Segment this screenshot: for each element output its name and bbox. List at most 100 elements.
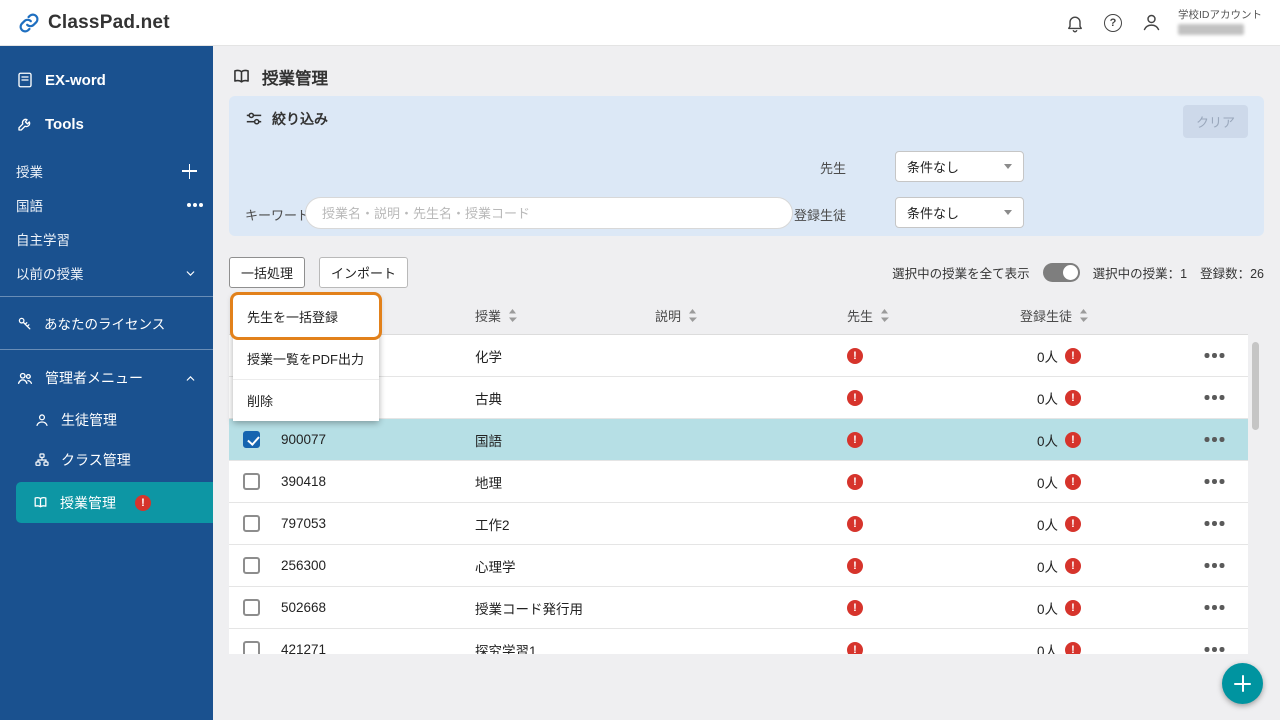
chevron-down-icon (184, 267, 197, 280)
table-row: 502668 授業コード発行用 0人 (229, 587, 1248, 629)
sort-icon (689, 308, 698, 322)
selected-count: 選択中の授業：1 (1092, 266, 1188, 281)
sidebar-item-label: Tools (45, 115, 84, 133)
sidebar-item-course-mgmt[interactable]: 授業管理 (16, 482, 213, 523)
sidebar-item-previous-courses[interactable]: 以前の授業 (0, 256, 213, 290)
add-course-icon[interactable] (182, 163, 197, 179)
classpad-logo[interactable]: ClassPad.net (18, 12, 170, 34)
row-checkbox[interactable] (243, 599, 260, 616)
teacher-filter-select[interactable]: 条件なし (895, 151, 1024, 182)
classpad-logo-icon (18, 12, 40, 34)
show-selected-toggle[interactable] (1042, 262, 1080, 282)
row-menu-button[interactable] (1212, 479, 1217, 484)
row-menu-button[interactable] (1212, 521, 1217, 526)
account-info[interactable]: 学校IDアカウント (1178, 10, 1262, 35)
course-name: 国語 (475, 433, 502, 449)
row-checkbox[interactable] (243, 515, 260, 532)
admin-menu-icon (16, 369, 34, 387)
topbar: ClassPad.net 学校IDアカウント (0, 0, 1280, 46)
course-code: 502668 (281, 600, 327, 615)
row-menu-button[interactable] (1212, 605, 1217, 610)
sidebar-item-self-study[interactable]: 自主学習 (0, 222, 213, 256)
sidebar-item-class-mgmt[interactable]: クラス管理 (0, 440, 213, 480)
teacher-error-icon (847, 348, 863, 364)
page-title: 授業管理 (262, 69, 328, 88)
sidebar-divider (0, 349, 213, 350)
import-button[interactable]: インポート (319, 256, 409, 288)
sidebar-item-label: 自主学習 (16, 233, 70, 248)
course-code: 256300 (281, 558, 327, 573)
teacher-error-icon (847, 558, 863, 574)
sidebar-item-kokugo[interactable]: 国語 (0, 188, 213, 222)
key-icon (16, 315, 33, 332)
table-row: 797053 工作2 0人 (229, 503, 1248, 545)
page-header: 授業管理 (213, 46, 1280, 90)
row-checkbox[interactable] (243, 473, 260, 490)
notifications-bell-icon[interactable] (1064, 12, 1086, 34)
menu-item-delete[interactable]: 削除 (233, 379, 379, 421)
sidebar-item-tools[interactable]: Tools (0, 102, 213, 146)
row-menu-button[interactable] (1212, 437, 1217, 442)
row-menu-button[interactable] (1212, 353, 1217, 358)
header-description[interactable]: 説明 (651, 306, 841, 325)
sidebar-item-exword[interactable]: EX-word (0, 58, 213, 102)
add-course-fab[interactable] (1222, 663, 1263, 704)
row-menu-button[interactable] (1212, 395, 1217, 400)
teacher-filter-value: 条件なし (907, 160, 960, 175)
students-error-icon (1065, 599, 1082, 616)
sidebar-item-label: 生徒管理 (61, 412, 117, 428)
students-error-icon (1065, 473, 1082, 490)
student-count: 0人 (1037, 601, 1059, 617)
filter-title: 絞り込み (272, 111, 328, 127)
header-students[interactable]: 登録生徒 (1011, 306, 1181, 325)
table-row: 古典 0人 (229, 377, 1248, 419)
help-icon[interactable] (1102, 12, 1124, 34)
table-scrollbar-thumb[interactable] (1252, 342, 1259, 430)
row-menu-button[interactable] (1212, 563, 1217, 568)
students-filter-select[interactable]: 条件なし (895, 197, 1024, 228)
teacher-error-icon (847, 642, 863, 654)
exword-icon (16, 71, 34, 89)
row-checkbox[interactable] (243, 641, 260, 654)
book-icon (231, 66, 252, 87)
teacher-filter-label: 先生 (819, 161, 846, 176)
total-count: 登録数：26 (1200, 266, 1264, 281)
student-count: 0人 (1037, 433, 1059, 449)
batch-actions-button[interactable]: 一括処理 (229, 256, 306, 288)
toolbar-right: 選択中の授業を全て表示 選択中の授業：1 登録数：26 (892, 262, 1264, 282)
more-options-icon[interactable] (193, 203, 197, 207)
course-name: 授業コード発行用 (475, 601, 583, 617)
menu-item-register-teachers[interactable]: 先生を一括登録 (230, 292, 382, 340)
table-toolbar: 一括処理 インポート 選択中の授業を全て表示 選択中の授業：1 登録数：26 (229, 256, 1264, 288)
sidebar-item-courses[interactable]: 授業 (0, 154, 213, 188)
logo-text: ClassPad.net (48, 11, 170, 33)
header-course[interactable]: 授業 (451, 306, 651, 325)
keyword-input[interactable] (305, 197, 793, 229)
header-label: 授業 (475, 308, 502, 324)
sidebar-item-student-mgmt[interactable]: 生徒管理 (0, 400, 213, 440)
sidebar-item-admin-menu[interactable]: 管理者メニュー (0, 356, 213, 400)
students-error-icon (1065, 431, 1082, 448)
show-selected-label: 選択中の授業を全て表示 (892, 266, 1030, 281)
sidebar-item-label: 管理者メニュー (45, 370, 143, 386)
table-row: 化学 0人 (229, 335, 1248, 377)
book-icon (32, 494, 49, 511)
row-checkbox-checked[interactable] (243, 431, 260, 448)
row-checkbox[interactable] (243, 557, 260, 574)
alert-badge-icon (135, 494, 151, 511)
sort-icon (1080, 308, 1089, 322)
teacher-error-icon (847, 600, 863, 616)
account-icon[interactable] (1140, 12, 1162, 34)
menu-item-export-pdf[interactable]: 授業一覧をPDF出力 (233, 337, 379, 379)
sidebar-item-license[interactable]: あなたのライセンス (0, 303, 213, 343)
sidebar-item-label: 以前の授業 (16, 267, 84, 282)
table-header-row: 授業 説明 先生 登録生徒 (229, 296, 1248, 334)
table-row: 256300 心理学 0人 (229, 545, 1248, 587)
clear-filter-button[interactable]: クリア (1182, 105, 1248, 138)
header-teacher[interactable]: 先生 (841, 306, 1011, 325)
students-error-icon (1065, 347, 1082, 364)
sidebar-item-label: クラス管理 (61, 452, 131, 468)
header-label: 先生 (847, 308, 874, 324)
plus-icon (1234, 675, 1251, 692)
row-menu-button[interactable] (1212, 647, 1217, 652)
